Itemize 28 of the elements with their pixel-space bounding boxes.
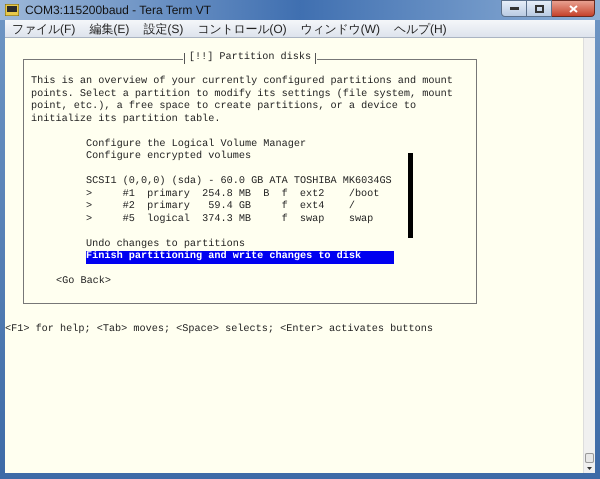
scrollbar[interactable] [583, 38, 595, 473]
partition-row[interactable]: > #1 primary 254.8 MB B f ext2 /boot [86, 188, 380, 201]
menu-option[interactable]: Finish partitioning and write changes to disk [86, 251, 394, 264]
minimize-button[interactable] [501, 0, 527, 17]
partition-row[interactable]: > #2 primary 59.4 GB f ext4 / [86, 201, 355, 214]
menu-item[interactable]: ファイル(F) [12, 20, 76, 38]
close-button[interactable] [552, 0, 595, 17]
menu-option[interactable]: Undo changes to partitions [86, 238, 245, 251]
go-back-button[interactable]: <Go Back> [56, 276, 112, 288]
menu-option[interactable]: Configure the Logical Volume Manager [86, 138, 306, 151]
close-icon [568, 4, 578, 12]
disk-entry[interactable]: SCSI1 (0,0,0) (sda) - 60.0 GB ATA TOSHIBA MK6034GS [86, 176, 392, 188]
menu-item[interactable]: 設定(S) [143, 20, 184, 38]
dialog-title: [!!] Partition disks [188, 52, 312, 64]
window-title: COM3:115200baud - Tera Term VT [25, 2, 212, 19]
maximize-button[interactable] [527, 0, 552, 17]
menu-item[interactable]: コントロール(O) [197, 20, 287, 38]
menu-option[interactable]: Configure encrypted volumes [86, 151, 252, 164]
terminal-icon [5, 4, 19, 16]
partition-row[interactable]: > #5 logical 374.3 MB f swap swap [86, 214, 374, 226]
description-text: This is an overview of your currently configured partitions and mount points. Select a partition to modify its settings (file system, mount point, etc.), a free space to create partitions, or a device to initialize its partition table. [31, 76, 454, 126]
menu-item[interactable]: 編集(E) [89, 20, 130, 38]
help-line: <F1> for help; <Tab> moves; <Space> selects; <Enter> activates buttons [5, 324, 433, 336]
menu-item[interactable]: ヘルプ(H) [394, 20, 447, 38]
scrollbar-thumb[interactable] [585, 453, 594, 463]
minimize-icon [510, 7, 518, 10]
maximize-icon [534, 4, 544, 12]
menu-item[interactable]: ウィンドウ(W) [300, 20, 380, 38]
